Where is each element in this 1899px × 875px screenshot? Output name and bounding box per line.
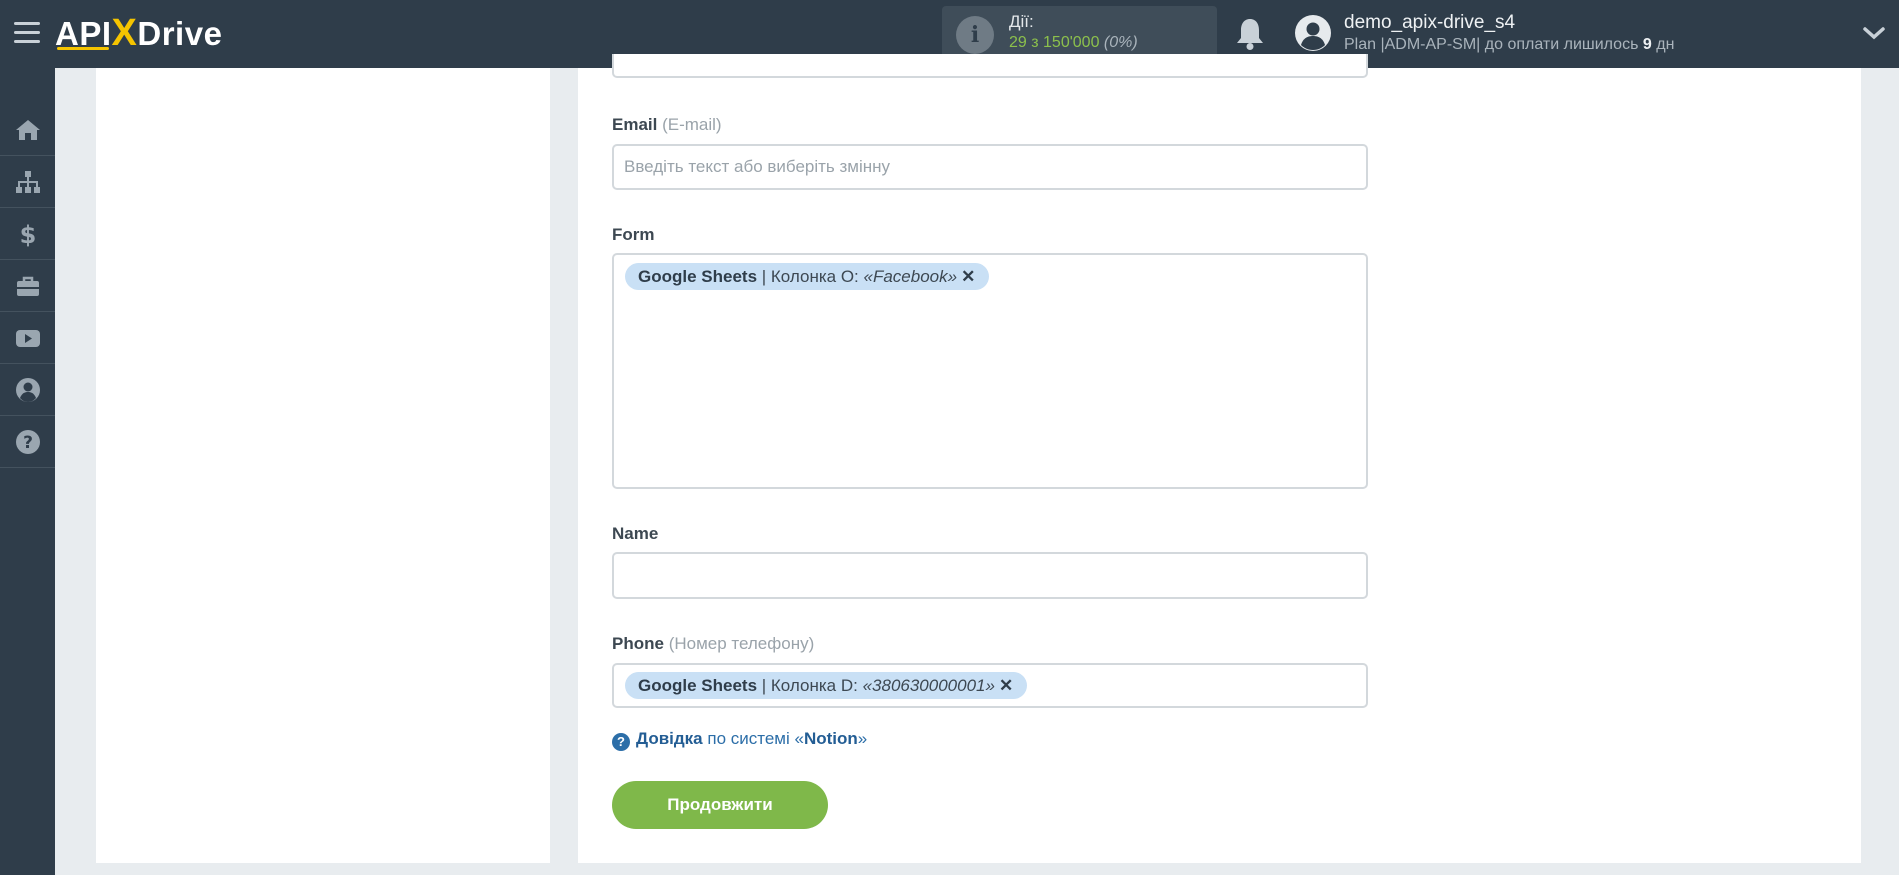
- briefcase-icon: [16, 276, 39, 296]
- sitemap-icon: [15, 170, 40, 193]
- name-label: Name: [612, 524, 659, 543]
- svg-text:?: ?: [23, 433, 33, 453]
- sidebar-item-services[interactable]: [0, 260, 55, 312]
- phone-variable-tag[interactable]: Google Sheets | Колонка D: «380630000001…: [625, 672, 1028, 699]
- user-plan: Plan |ADM-AP-SM| до оплати лишилось 9 дн: [1344, 36, 1675, 53]
- previous-field[interactable]: [612, 54, 1368, 78]
- form-variable-tag[interactable]: Google Sheets | Колонка O: «Facebook» ✕: [625, 263, 990, 290]
- sidebar: $ ?: [0, 68, 55, 875]
- actions-count: 29 з 150'000 (0%): [1009, 34, 1138, 51]
- sidebar-item-home[interactable]: [0, 104, 55, 156]
- question-circle-icon: ?: [612, 733, 630, 751]
- svg-text:$: $: [19, 221, 36, 248]
- user-name[interactable]: demo_apix-drive_s4: [1344, 12, 1515, 34]
- sidebar-item-connections[interactable]: [0, 156, 55, 208]
- phone-label: Phone (Номер телефону): [612, 634, 815, 653]
- question-circle-icon: ?: [15, 429, 40, 454]
- continue-button[interactable]: Продовжити: [612, 781, 828, 829]
- left-panel: [96, 68, 550, 863]
- remove-tag-icon[interactable]: ✕: [961, 263, 975, 290]
- sidebar-item-profile[interactable]: [0, 364, 55, 416]
- youtube-icon: [15, 329, 40, 347]
- remove-tag-icon[interactable]: ✕: [999, 672, 1013, 699]
- actions-counter: i Дії: 29 з 150'000 (0%): [942, 6, 1217, 60]
- help-link[interactable]: ? Довідка по системі «Notion»: [612, 729, 867, 751]
- menu-icon[interactable]: [14, 22, 40, 44]
- avatar[interactable]: [1294, 14, 1332, 52]
- email-field[interactable]: Введіть текст або виберіть змінну: [612, 144, 1368, 190]
- info-icon: i: [956, 16, 994, 54]
- user-circle-icon: [15, 377, 40, 402]
- email-placeholder: Введіть текст або виберіть змінну: [624, 157, 891, 176]
- sidebar-item-help[interactable]: ?: [0, 416, 55, 468]
- sidebar-item-billing[interactable]: $: [0, 208, 55, 260]
- sidebar-item-video[interactable]: [0, 312, 55, 364]
- logo-underline: [57, 47, 109, 50]
- chevron-down-icon[interactable]: [1862, 24, 1886, 42]
- email-label: Email (E-mail): [612, 115, 722, 134]
- actions-label: Дії:: [1009, 12, 1034, 31]
- dollar-icon: $: [19, 221, 36, 248]
- name-field[interactable]: [612, 552, 1368, 599]
- home-icon: [15, 119, 40, 140]
- form-label: Form: [612, 225, 655, 244]
- bell-icon[interactable]: [1234, 17, 1266, 51]
